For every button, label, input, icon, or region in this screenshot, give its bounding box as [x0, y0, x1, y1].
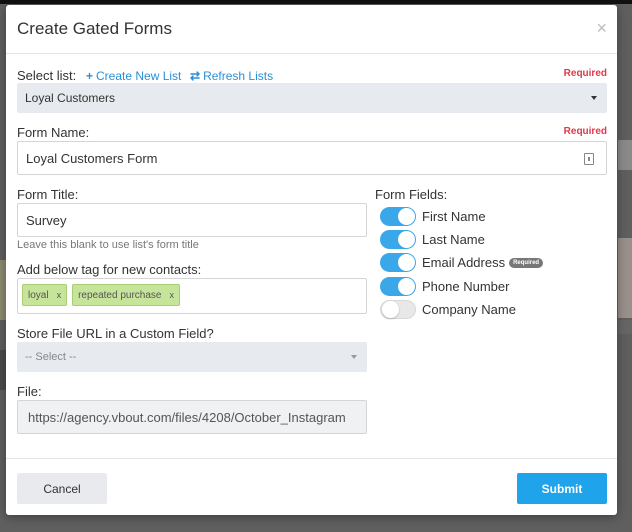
field-toggle-phone-number: Phone Number [380, 277, 509, 296]
background-image [618, 238, 632, 318]
remove-tag-icon[interactable]: x [57, 290, 62, 300]
close-icon[interactable]: × [596, 18, 607, 38]
phone-number-toggle[interactable] [380, 277, 416, 296]
file-url-value: https://agency.vbout.com/files/4208/Octo… [28, 410, 346, 425]
tags-input[interactable]: loyal x repeated purchase x [17, 278, 367, 314]
modal-footer: Cancel Submit [6, 458, 617, 515]
plus-icon: + [86, 69, 94, 83]
contact-card-icon [584, 153, 594, 165]
refresh-lists-link[interactable]: ⇄ Refresh Lists [190, 69, 273, 83]
custom-field-select[interactable]: -- Select -- [17, 342, 367, 372]
field-toggle-company-name: Company Name [380, 300, 516, 319]
field-label: Last Name [422, 232, 485, 247]
refresh-icon: ⇄ [190, 69, 201, 83]
field-toggle-first-name: First Name [380, 207, 486, 226]
field-toggle-email-address: Email Address Required [380, 253, 544, 272]
field-label: Phone Number [422, 279, 510, 294]
required-badge: Required [509, 257, 544, 268]
modal-title: Create Gated Forms [17, 19, 172, 38]
field-label: Email Address [422, 255, 506, 270]
form-name-value: Loyal Customers Form [26, 150, 158, 166]
form-title-input[interactable]: Survey [17, 203, 367, 237]
tag-loyal: loyal x [22, 284, 68, 306]
tags-label: Add below tag for new contacts: [17, 262, 202, 277]
form-fields-label: Form Fields: [375, 187, 448, 202]
form-name-label: Form Name: [17, 125, 90, 140]
file-url-field[interactable]: https://agency.vbout.com/files/4208/Octo… [17, 400, 367, 434]
tag-text: repeated purchase [78, 289, 162, 301]
tag-text: loyal [28, 289, 49, 301]
create-new-list-link[interactable]: + Create New List [86, 69, 181, 83]
select-list-label: Select list: [17, 68, 77, 83]
caret-down-icon [351, 355, 357, 359]
file-label: File: [17, 384, 42, 399]
custom-field-value: -- Select -- [25, 351, 77, 363]
remove-tag-icon[interactable]: x [169, 290, 174, 300]
last-name-toggle[interactable] [380, 230, 416, 249]
select-list-required: Required [563, 68, 607, 79]
list-select[interactable]: Loyal Customers [17, 83, 607, 113]
cancel-button[interactable]: Cancel [17, 473, 107, 504]
refresh-lists-label: Refresh Lists [203, 69, 274, 83]
create-new-list-label: Create New List [96, 69, 182, 83]
modal-header: Create Gated Forms × [6, 5, 617, 54]
form-name-required: Required [563, 126, 607, 137]
list-select-value: Loyal Customers [25, 91, 116, 105]
background-topbar [0, 0, 632, 4]
field-toggle-last-name: Last Name [380, 230, 485, 249]
form-title-value: Survey [26, 212, 67, 228]
background-page [618, 140, 632, 170]
tag-repeated-purchase: repeated purchase x [72, 284, 180, 306]
background-page [618, 320, 632, 334]
caret-down-icon [591, 96, 597, 100]
custom-field-label: Store File URL in a Custom Field? [17, 326, 214, 341]
field-label: First Name [422, 209, 486, 224]
first-name-toggle[interactable] [380, 207, 416, 226]
company-name-toggle[interactable] [380, 300, 416, 319]
submit-button[interactable]: Submit [517, 473, 607, 504]
field-label: Company Name [422, 302, 516, 317]
email-address-toggle[interactable] [380, 253, 416, 272]
create-gated-forms-modal: Create Gated Forms × Select list: + Creat… [6, 5, 617, 515]
form-name-input[interactable]: Loyal Customers Form [17, 141, 607, 175]
form-title-help: Leave this blank to use list's form titl… [17, 239, 199, 251]
form-title-label: Form Title: [17, 187, 79, 202]
